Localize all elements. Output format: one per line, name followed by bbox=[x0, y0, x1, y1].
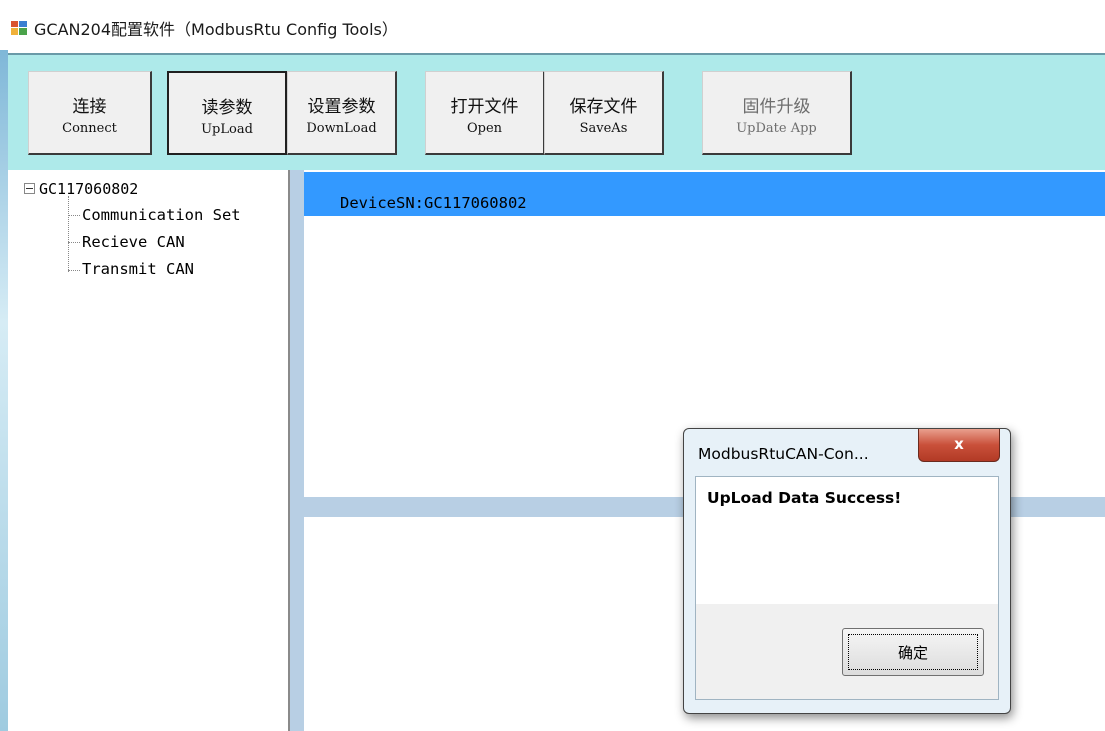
download-button-label-en: DownLoad bbox=[306, 121, 377, 136]
open-file-button[interactable]: 打开文件 Open bbox=[425, 71, 545, 155]
app-window-icon bbox=[11, 21, 27, 35]
tree-root-node[interactable]: GC117060802 bbox=[24, 180, 138, 198]
window-title: GCAN204配置软件（ModbusRtu Config Tools） bbox=[34, 20, 398, 39]
tree-connector-line bbox=[68, 270, 80, 271]
tree-item-recieve-can[interactable]: Recieve CAN bbox=[82, 233, 185, 251]
device-tree[interactable]: GC117060802 Communication Set Recieve CA… bbox=[8, 170, 290, 731]
ok-button-label: 确定 bbox=[897, 644, 928, 662]
save-as-button[interactable]: 保存文件 SaveAs bbox=[544, 71, 664, 155]
upload-button-label-cn: 读参数 bbox=[201, 98, 253, 118]
connect-button[interactable]: 连接 Connect bbox=[28, 71, 152, 155]
download-button-label-cn: 设置参数 bbox=[307, 97, 376, 117]
toolbar: 连接 Connect 读参数 UpLoad 设置参数 DownLoad 打开文件… bbox=[8, 53, 1105, 170]
tree-connector-line bbox=[68, 215, 80, 216]
download-button[interactable]: 设置参数 DownLoad bbox=[287, 71, 397, 155]
tree-item-transmit-can[interactable]: Transmit CAN bbox=[82, 260, 194, 278]
collapse-icon[interactable] bbox=[24, 183, 35, 194]
connect-button-label-cn: 连接 bbox=[72, 97, 107, 117]
vertical-splitter[interactable] bbox=[290, 170, 304, 731]
dialog-title: ModbusRtuCAN-Con... bbox=[698, 445, 869, 463]
tree-connector-line bbox=[68, 196, 69, 272]
upload-button-label-en: UpLoad bbox=[201, 122, 253, 137]
device-sn-row[interactable]: DeviceSN:GC117060802 bbox=[304, 172, 1105, 216]
close-icon[interactable]: x bbox=[918, 429, 1000, 462]
open-file-button-label-cn: 打开文件 bbox=[450, 97, 519, 117]
dialog-message: UpLoad Data Success! bbox=[707, 489, 902, 507]
save-as-button-label-en: SaveAs bbox=[579, 121, 628, 136]
tree-root-label: GC117060802 bbox=[39, 180, 139, 198]
update-app-button[interactable]: 固件升级 UpDate App bbox=[702, 71, 852, 155]
tree-connector-line bbox=[68, 242, 80, 243]
ok-button[interactable]: 确定 bbox=[842, 628, 984, 676]
save-as-button-label-cn: 保存文件 bbox=[569, 97, 638, 117]
connect-button-label-en: Connect bbox=[62, 121, 117, 136]
title-bar: GCAN204配置软件（ModbusRtu Config Tools） bbox=[0, 0, 1105, 50]
open-file-button-label-en: Open bbox=[466, 121, 503, 136]
device-sn-text: DeviceSN:GC117060802 bbox=[340, 194, 527, 212]
update-app-button-label-cn: 固件升级 bbox=[742, 97, 811, 117]
window-frame-left bbox=[0, 50, 8, 731]
update-app-button-label-en: UpDate App bbox=[736, 121, 817, 136]
message-dialog: ModbusRtuCAN-Con... x UpLoad Data Succes… bbox=[683, 428, 1011, 714]
dialog-footer: 确定 bbox=[695, 604, 999, 700]
upload-button[interactable]: 读参数 UpLoad bbox=[167, 71, 287, 155]
tree-item-communication-set[interactable]: Communication Set bbox=[82, 206, 241, 224]
